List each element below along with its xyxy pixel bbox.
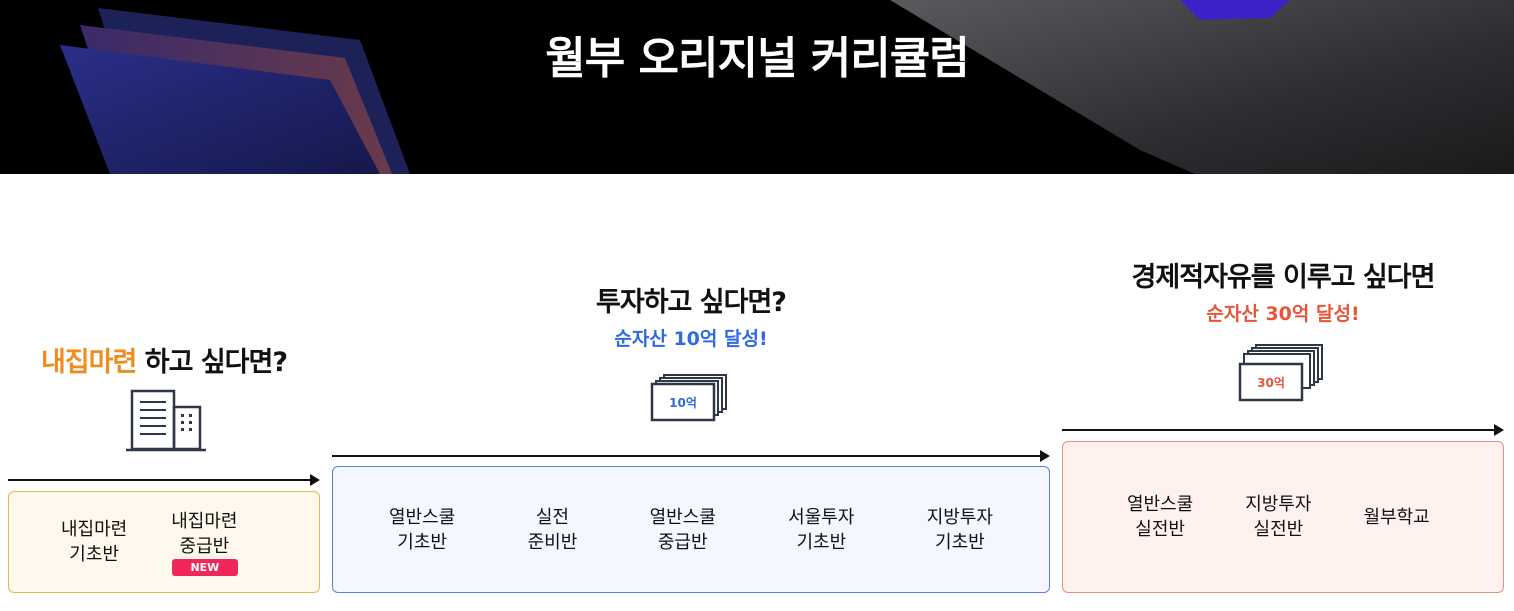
course-line2: 기초반 (935, 531, 985, 553)
course-seoul-basic[interactable]: 서울투자 기초반 (788, 505, 854, 555)
col1-heading-highlight: 내집마련 (40, 347, 137, 378)
course-yeolban-basic[interactable]: 열반스쿨 기초반 (389, 505, 455, 555)
col1-heading: 내집마련 하고 싶다면? (8, 340, 320, 379)
course-line2-wrap: 중급반 NEW (171, 534, 238, 576)
course-line1: 서울투자 (788, 506, 855, 528)
course-naejip-intermediate[interactable]: 내집마련 중급반 NEW (171, 509, 238, 576)
col3-course-box: 열반스쿨 실전반 지방투자 실전반 월부학교 (1062, 441, 1504, 593)
course-practical-prep[interactable]: 실전 준비반 (528, 505, 578, 555)
course-line2: 준비반 (527, 531, 578, 553)
money-stack-30-icon: 30억 (1238, 344, 1328, 404)
course-line1: 내집마련 (61, 519, 128, 540)
new-badge: NEW (172, 558, 238, 576)
col3-heading: 경제적자유를 이루고 싶다면 (1131, 262, 1436, 293)
col1-course-box: 내집마련 기초반 내집마련 중급반 NEW (8, 491, 320, 593)
money-stack-label: 30억 (1257, 376, 1285, 390)
course-line1: 실전 (535, 506, 569, 528)
course-line1: 내집마련 (171, 510, 238, 532)
course-yeolban-intermediate[interactable]: 열반스쿨 중급반 (650, 505, 716, 555)
course-line2: 기초반 (397, 531, 447, 553)
course-line2: 실전반 (1253, 519, 1304, 540)
course-line2: 중급반 (179, 535, 230, 557)
col3-arrow (1062, 424, 1504, 436)
course-line1: 지방투자 (1245, 494, 1312, 515)
col2-subheading: 순자산 10억 달성! (614, 328, 768, 350)
money-stack-10-icon: 10억 (650, 372, 730, 424)
col2-arrow (332, 450, 1050, 462)
course-yeolban-practical[interactable]: 열반스쿨 실전반 (1127, 492, 1193, 542)
course-regional-basic[interactable]: 지방투자 기초반 (927, 505, 993, 555)
course-naejip-basic[interactable]: 내집마련 기초반 (61, 517, 127, 567)
course-line1: 월부학교 (1363, 506, 1430, 528)
course-line2: 중급반 (657, 531, 708, 553)
course-regional-practical[interactable]: 지방투자 실전반 (1245, 492, 1311, 542)
course-line2: 기초반 (796, 531, 847, 553)
col3-subheading: 순자산 30억 달성! (1206, 303, 1360, 325)
course-line2: 기초반 (69, 544, 119, 565)
building-icon (126, 389, 206, 452)
col2-course-box: 열반스쿨 기초반 실전 준비반 열반스쿨 중급반 서울투자 기초반 지방투자 기… (332, 466, 1050, 593)
hero-title: 월부 오리지널 커리큘럼 (545, 33, 969, 84)
course-line1: 열반스쿨 (1127, 494, 1194, 515)
course-line1: 지방투자 (926, 506, 993, 528)
hero-banner: 월부 오리지널 커리큘럼 (0, 0, 1514, 174)
course-wolbu-school[interactable]: 월부학교 (1364, 505, 1430, 530)
course-line1: 열반스쿨 (649, 506, 716, 528)
course-line1: 열반스쿨 (389, 506, 456, 528)
col1-arrow (8, 474, 320, 486)
course-line2: 실전반 (1135, 519, 1185, 540)
money-stack-label: 10억 (669, 396, 697, 410)
col2-heading: 투자하고 싶다면? (596, 287, 787, 318)
col1-heading-rest: 하고 싶다면? (136, 347, 288, 378)
